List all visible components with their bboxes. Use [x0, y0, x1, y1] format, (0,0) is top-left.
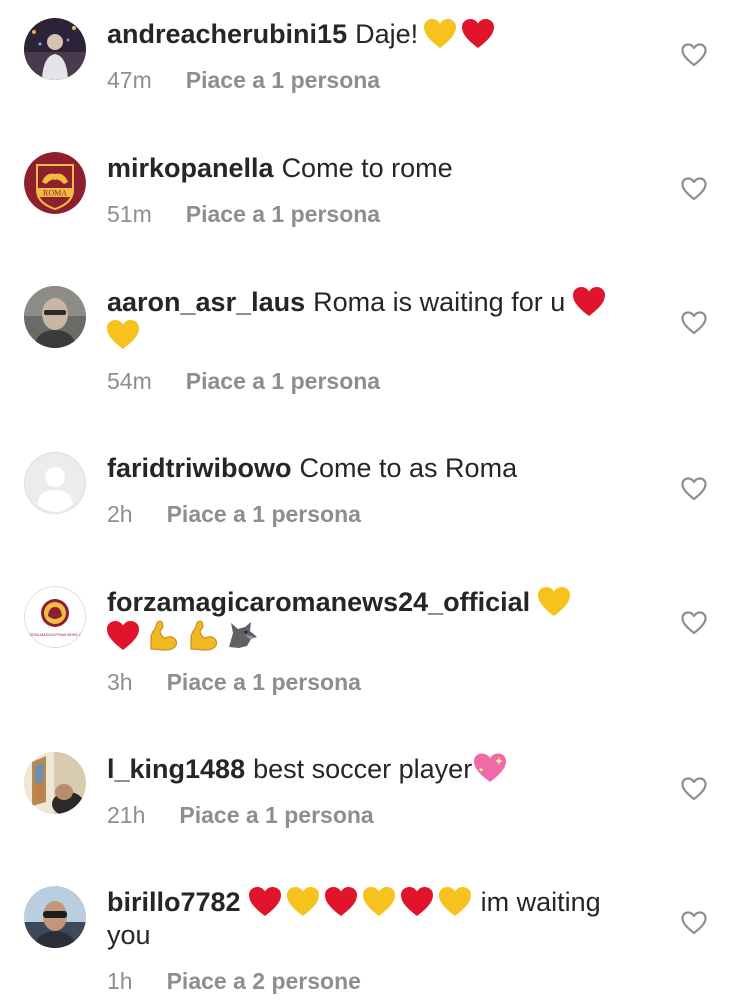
red-heart-icon — [462, 19, 495, 49]
comment-time: 21h — [107, 802, 146, 828]
heart-outline-icon[interactable] — [681, 43, 707, 67]
comment-meta: 3h Piace a 1 persona — [107, 667, 647, 697]
comment-body: birillo7782 im waiting you 1h Piace a 2 pe… — [107, 886, 647, 996]
comment-item: ROMA mirkopanella Come to rome 51m Piace a… — [0, 134, 750, 268]
comment-likes[interactable]: Piace a 1 persona — [167, 669, 361, 695]
yellow-heart-icon — [424, 19, 457, 49]
heart-outline-icon[interactable] — [681, 911, 707, 935]
yellow-heart-icon — [107, 320, 139, 350]
yellow-heart-icon — [438, 887, 471, 917]
red-heart-icon — [573, 287, 606, 317]
red-heart-icon — [324, 887, 357, 917]
comment-text: l_king1488 best soccer player — [107, 752, 647, 786]
comment-likes[interactable]: Piace a 2 persone — [167, 968, 361, 994]
yellow-heart-icon — [538, 587, 571, 617]
heart-outline-icon[interactable] — [681, 311, 707, 335]
comment-message: Daje! — [355, 19, 419, 49]
comment-body: aaron_asr_laus Roma is waiting for u 54m P… — [107, 286, 647, 396]
comment-likes[interactable]: Piace a 1 persona — [186, 201, 380, 227]
comment-list: andreacherubini15 Daje! 47m Piace a 1 pers… — [0, 0, 750, 994]
heart-outline-icon[interactable] — [681, 777, 707, 801]
heart-outline-icon[interactable] — [681, 611, 707, 635]
comment-meta: 1h Piace a 2 persone — [107, 966, 647, 996]
comment-meta: 47m Piace a 1 persona — [107, 65, 647, 95]
comment-item: FORZA MAGICA ROMA NEWS 24 forzamagicarom… — [0, 568, 750, 702]
comment-time: 47m — [107, 67, 152, 93]
comment-likes[interactable]: Piace a 1 persona — [186, 67, 380, 93]
avatar-crest-text: ROMA — [43, 189, 67, 198]
comment-item: birillo7782 im waiting you 1h Piace a 2 pe… — [0, 868, 750, 1002]
comment-username[interactable]: birillo7782 — [107, 887, 241, 917]
comment-meta: 2h Piace a 1 persona — [107, 499, 647, 529]
red-heart-icon — [107, 621, 139, 651]
comment-text: mirkopanella Come to rome — [107, 152, 647, 185]
comment-likes[interactable]: Piace a 1 persona — [167, 501, 361, 527]
comment-text: forzamagicaromanews24_official — [107, 586, 647, 653]
comment-message: Come to as Roma — [299, 453, 518, 483]
red-heart-icon — [400, 887, 433, 917]
sparkling-heart-icon — [472, 752, 508, 784]
yellow-heart-icon — [362, 887, 395, 917]
comment-text: aaron_asr_laus Roma is waiting for u — [107, 286, 647, 352]
comment-username[interactable]: forzamagicaromanews24_official — [107, 587, 530, 617]
comment-message: Roma is waiting for u — [313, 287, 566, 317]
comment-username[interactable]: andreacherubini15 — [107, 19, 347, 49]
comment-body: faridtriwibowo Come to as Roma 2h Piace a … — [107, 452, 647, 529]
comment-message: best soccer player — [253, 754, 473, 784]
avatar[interactable]: ROMA — [24, 152, 86, 214]
yellow-heart-icon — [286, 887, 319, 917]
avatar[interactable] — [24, 18, 86, 80]
comment-time: 3h — [107, 669, 133, 695]
heart-outline-icon[interactable] — [681, 177, 707, 201]
comment-username[interactable]: aaron_asr_laus — [107, 287, 305, 317]
flexed-biceps-icon — [145, 619, 179, 651]
comment-time: 54m — [107, 368, 152, 394]
comment-username[interactable]: faridtriwibowo — [107, 453, 292, 483]
comment-item: l_king1488 best soccer player 21h Piace a … — [0, 734, 750, 868]
avatar[interactable] — [24, 452, 86, 514]
comment-body: l_king1488 best soccer player 21h Piace a … — [107, 752, 647, 830]
comment-time: 2h — [107, 501, 133, 527]
comment-username[interactable]: mirkopanella — [107, 153, 274, 183]
comment-text: faridtriwibowo Come to as Roma — [107, 452, 647, 485]
comment-time: 1h — [107, 968, 133, 994]
avatar[interactable] — [24, 286, 86, 348]
comment-meta: 21h Piace a 1 persona — [107, 800, 647, 830]
comment-message: Come to rome — [281, 153, 453, 183]
comment-meta: 51m Piace a 1 persona — [107, 199, 647, 229]
comment-likes[interactable]: Piace a 1 persona — [179, 802, 373, 828]
avatar-logo-text: FORZA MAGICA ROMA NEWS 24 — [27, 633, 82, 637]
comment-text: andreacherubini15 Daje! — [107, 18, 647, 51]
avatar[interactable] — [24, 752, 86, 814]
comment-item: faridtriwibowo Come to as Roma 2h Piace a … — [0, 434, 750, 568]
comment-text: birillo7782 im waiting you — [107, 886, 647, 952]
comment-body: andreacherubini15 Daje! 47m Piace a 1 pers… — [107, 18, 647, 95]
avatar[interactable]: FORZA MAGICA ROMA NEWS 24 — [24, 586, 86, 648]
flexed-biceps-icon — [185, 619, 219, 651]
avatar[interactable] — [24, 886, 86, 948]
comment-body: mirkopanella Come to rome 51m Piace a 1 pe… — [107, 152, 647, 229]
comment-meta: 54m Piace a 1 persona — [107, 366, 647, 396]
comment-username[interactable]: l_king1488 — [107, 754, 245, 784]
comment-likes[interactable]: Piace a 1 persona — [186, 368, 380, 394]
comment-time: 51m — [107, 201, 152, 227]
heart-outline-icon[interactable] — [681, 477, 707, 501]
comment-body: forzamagicaromanews24_official 3h Piace a… — [107, 586, 647, 697]
red-heart-icon — [248, 887, 281, 917]
wolf-icon — [225, 619, 259, 651]
comment-item: aaron_asr_laus Roma is waiting for u 54m P… — [0, 268, 750, 402]
comment-item: andreacherubini15 Daje! 47m Piace a 1 pers… — [0, 0, 750, 134]
